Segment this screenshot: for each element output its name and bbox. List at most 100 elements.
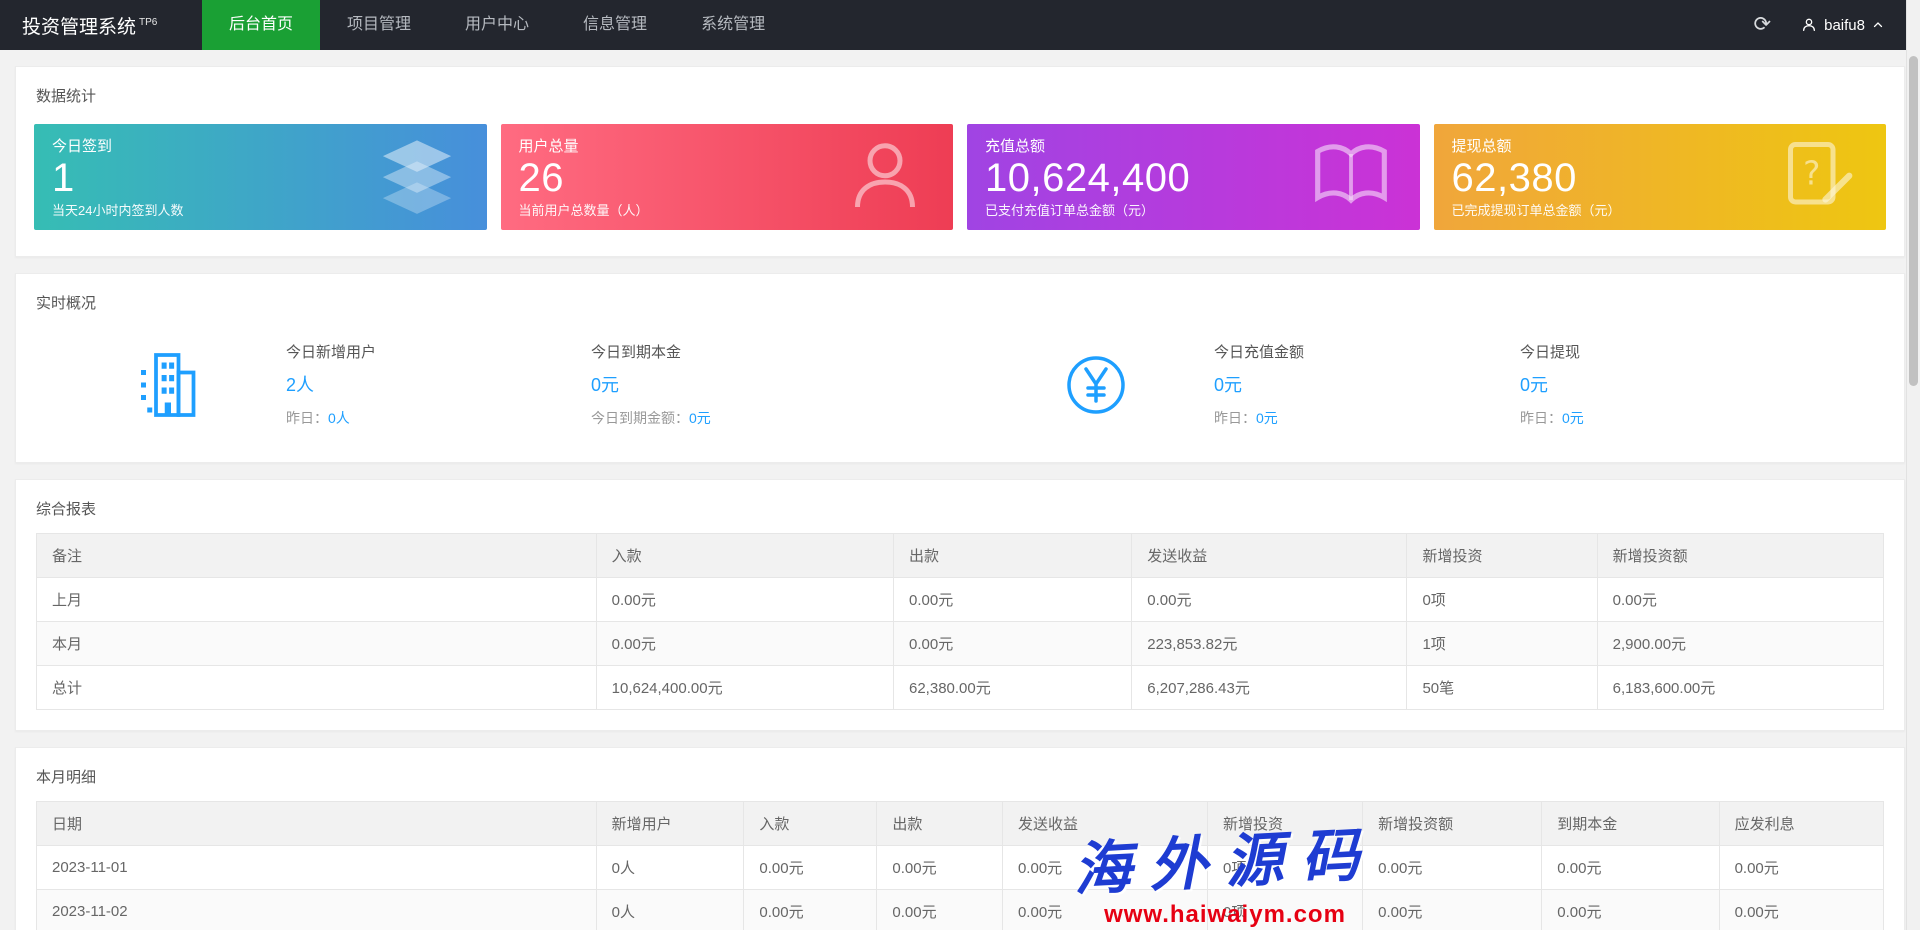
stat-card-total-recharge: 充值总额 10,624,400 已支付充值订单总金额（元） <box>967 124 1420 230</box>
table-row: 2023-11-010人0.00元0.00元0.00元0项0.00元0.00元0… <box>37 846 1884 890</box>
nav-item-info[interactable]: 信息管理 <box>556 0 674 50</box>
nav-item-home[interactable]: 后台首页 <box>202 0 320 50</box>
table-cell: 223,853.82元 <box>1132 622 1407 666</box>
report-table: 备注入款出款发送收益新增投资新增投资额上月0.00元0.00元0.00元0项0.… <box>36 533 1884 710</box>
realtime-stat-new-users: 今日新增用户 2人 昨日：0人 <box>286 341 536 428</box>
table-header-cell: 入款 <box>596 534 893 578</box>
realtime-stat-due-principal: 今日到期本金 0元 今日到期金额：0元 <box>591 341 841 428</box>
table-cell: 0项 <box>1407 578 1597 622</box>
refresh-icon[interactable]: ⟳ <box>1734 0 1792 50</box>
stat-value: 0元 <box>591 371 841 397</box>
topbar-right: ⟳ baifu8 <box>1734 0 1920 50</box>
detail-table: 日期新增用户入款出款发送收益新增投资新增投资额到期本金应发利息2023-11-0… <box>36 801 1884 930</box>
stats-panel: 数据统计 今日签到 1 当天24小时内签到人数 用户总量 26 当前用户总数量（… <box>15 66 1905 257</box>
table-header-cell: 日期 <box>37 802 597 846</box>
detail-panel: 本月明细 日期新增用户入款出款发送收益新增投资新增投资额到期本金应发利息2023… <box>15 747 1905 930</box>
app-title-text: 投资管理系统 <box>22 17 136 38</box>
nav-item-users[interactable]: 用户中心 <box>438 0 556 50</box>
table-cell: 0.00元 <box>877 890 1003 930</box>
table-header-cell: 入款 <box>744 802 877 846</box>
table-cell: 0.00元 <box>894 622 1132 666</box>
main-nav: 后台首页 项目管理 用户中心 信息管理 系统管理 <box>202 0 792 50</box>
table-cell: 0.00元 <box>1542 846 1719 890</box>
stat-sub: 昨日：0元 <box>1520 408 1770 428</box>
table-cell: 0项 <box>1207 890 1362 930</box>
table-cell: 62,380.00元 <box>894 666 1132 710</box>
table-header-cell: 出款 <box>877 802 1003 846</box>
stat-sub: 今日到期金额：0元 <box>591 408 841 428</box>
realtime-stat-recharge: 今日充值金额 0元 昨日：0元 <box>1214 341 1464 428</box>
table-cell: 0人 <box>596 890 744 930</box>
table-header-cell: 备注 <box>37 534 597 578</box>
table-cell: 0.00元 <box>1719 890 1883 930</box>
stat-label: 今日到期本金 <box>591 341 841 362</box>
app-title: 投资管理系统TP6 <box>0 12 202 39</box>
table-cell: 0.00元 <box>1597 578 1883 622</box>
stat-value: 0元 <box>1214 371 1464 397</box>
table-header-cell: 发送收益 <box>1132 534 1407 578</box>
layers-icon <box>375 133 459 222</box>
table-header-cell: 新增投资额 <box>1363 802 1542 846</box>
table-header-cell: 新增投资 <box>1407 534 1597 578</box>
stat-label: 今日新增用户 <box>286 341 536 362</box>
table-cell: 0.00元 <box>744 890 877 930</box>
stats-panel-title: 数据统计 <box>16 67 1904 120</box>
table-cell: 0项 <box>1207 846 1362 890</box>
realtime-stat-withdraw: 今日提现 0元 昨日：0元 <box>1520 341 1770 428</box>
table-cell: 0.00元 <box>744 846 877 890</box>
user-name: baifu8 <box>1824 17 1865 34</box>
report-panel-title: 综合报表 <box>16 480 1904 533</box>
table-cell: 0.00元 <box>894 578 1132 622</box>
table-cell: 总计 <box>37 666 597 710</box>
table-cell: 0.00元 <box>1719 846 1883 890</box>
table-cell: 0.00元 <box>1002 846 1207 890</box>
table-cell: 0.00元 <box>1132 578 1407 622</box>
table-cell: 0.00元 <box>596 622 893 666</box>
stat-card-total-users: 用户总量 26 当前用户总数量（人） <box>501 124 954 230</box>
table-header-cell: 发送收益 <box>1002 802 1207 846</box>
stat-value: 2人 <box>286 371 536 397</box>
table-cell: 0.00元 <box>596 578 893 622</box>
table-cell: 0人 <box>596 846 744 890</box>
building-icon <box>101 345 231 425</box>
user-menu[interactable]: baifu8 <box>1791 0 1894 50</box>
scrollbar-thumb[interactable] <box>1909 56 1918 386</box>
table-header-cell: 到期本金 <box>1542 802 1719 846</box>
nav-item-projects[interactable]: 项目管理 <box>320 0 438 50</box>
detail-panel-title: 本月明细 <box>16 748 1904 801</box>
table-cell: 0.00元 <box>1363 890 1542 930</box>
user-icon <box>1801 17 1817 33</box>
table-row: 总计10,624,400.00元62,380.00元6,207,286.43元5… <box>37 666 1884 710</box>
stat-sub: 昨日：0元 <box>1214 408 1464 428</box>
table-cell: 6,207,286.43元 <box>1132 666 1407 710</box>
stat-sub: 昨日：0人 <box>286 408 536 428</box>
chevron-up-icon <box>1872 19 1884 31</box>
stat-card-total-withdraw: 提现总额 62,380 已完成提现订单总金额（元） ? <box>1434 124 1887 230</box>
stat-card-signin: 今日签到 1 当天24小时内签到人数 <box>34 124 487 230</box>
stat-value: 0元 <box>1520 371 1770 397</box>
stat-cards: 今日签到 1 当天24小时内签到人数 用户总量 26 当前用户总数量（人） <box>16 120 1904 256</box>
table-cell: 2,900.00元 <box>1597 622 1883 666</box>
table-cell: 0.00元 <box>1363 846 1542 890</box>
table-header-cell: 出款 <box>894 534 1132 578</box>
realtime-panel: 实时概况 今日新增用户 2人 昨日：0人 今日到期本金 <box>15 273 1905 463</box>
table-row: 2023-11-020人0.00元0.00元0.00元0项0.00元0.00元0… <box>37 890 1884 930</box>
app-title-sup: TP6 <box>139 17 157 28</box>
table-row: 上月0.00元0.00元0.00元0项0.00元 <box>37 578 1884 622</box>
table-cell: 0.00元 <box>1002 890 1207 930</box>
table-cell: 0.00元 <box>1542 890 1719 930</box>
stat-label: 今日充值金额 <box>1214 341 1464 362</box>
stat-label: 今日提现 <box>1520 341 1770 362</box>
report-panel: 综合报表 备注入款出款发送收益新增投资新增投资额上月0.00元0.00元0.00… <box>15 479 1905 731</box>
book-icon <box>1310 134 1392 221</box>
topbar: 投资管理系统TP6 后台首页 项目管理 用户中心 信息管理 系统管理 ⟳ bai… <box>0 0 1920 50</box>
table-cell: 6,183,600.00元 <box>1597 666 1883 710</box>
nav-item-system[interactable]: 系统管理 <box>674 0 792 50</box>
svg-text:?: ? <box>1803 155 1820 193</box>
table-header-cell: 新增投资 <box>1207 802 1362 846</box>
table-header-cell: 新增用户 <box>596 802 744 846</box>
table-header-cell: 新增投资额 <box>1597 534 1883 578</box>
realtime-panel-title: 实时概况 <box>16 274 1904 327</box>
table-cell: 10,624,400.00元 <box>596 666 893 710</box>
table-cell: 2023-11-01 <box>37 846 597 890</box>
